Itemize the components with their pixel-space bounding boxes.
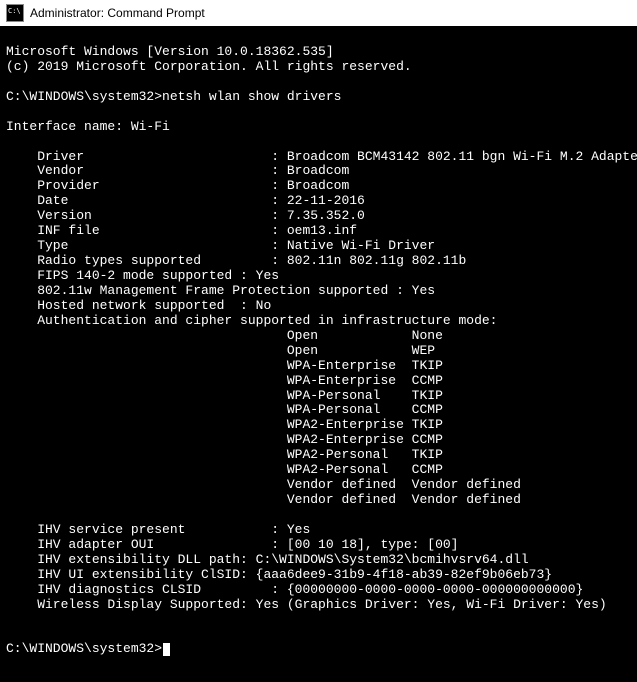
terminal-viewport[interactable]: Microsoft Windows [Version 10.0.18362.53… (0, 26, 637, 682)
auth-cipher-row: WPA-Personal CCMP (6, 402, 443, 417)
field-inf: INF file : oem13.inf (6, 223, 357, 238)
cmd-icon (6, 4, 24, 22)
auth-cipher-row: Open WEP (6, 343, 435, 358)
command-line: C:\WINDOWS\system32>netsh wlan show driv… (6, 89, 341, 104)
field-mgmt: 802.11w Management Frame Protection supp… (6, 283, 435, 298)
titlebar[interactable]: Administrator: Command Prompt (0, 0, 637, 26)
field-ihv-diag: IHV diagnostics CLSID : {00000000-0000-0… (6, 582, 583, 597)
blank-line (6, 627, 14, 642)
blank-line (6, 134, 14, 149)
auth-cipher-row: Vendor defined Vendor defined (6, 477, 521, 492)
auth-cipher-row: WPA2-Personal CCMP (6, 462, 443, 477)
auth-cipher-row: Vendor defined Vendor defined (6, 492, 521, 507)
interface-line: Interface name: Wi-Fi (6, 119, 170, 134)
blank-line (6, 74, 14, 89)
window-title: Administrator: Command Prompt (30, 6, 205, 20)
cursor-icon (163, 643, 170, 656)
field-ihv-dll: IHV extensibility DLL path: C:\WINDOWS\S… (6, 552, 529, 567)
field-vendor: Vendor : Broadcom (6, 163, 349, 178)
auth-cipher-list: Open None Open WEP WPA-Enterprise TKIP W… (6, 329, 631, 508)
auth-cipher-row: WPA-Enterprise CCMP (6, 373, 443, 388)
final-prompt-line[interactable]: C:\WINDOWS\system32> (6, 641, 170, 656)
auth-cipher-row: WPA2-Enterprise CCMP (6, 432, 443, 447)
field-hosted: Hosted network supported : No (6, 298, 271, 313)
blank-line (6, 612, 14, 627)
auth-header: Authentication and cipher supported in i… (6, 313, 497, 328)
field-ihv-svc: IHV service present : Yes (6, 522, 310, 537)
field-provider: Provider : Broadcom (6, 178, 349, 193)
window: Administrator: Command Prompt Microsoft … (0, 0, 637, 682)
auth-cipher-row: WPA2-Enterprise TKIP (6, 417, 443, 432)
field-wdisp: Wireless Display Supported: Yes (Graphic… (6, 597, 607, 612)
auth-cipher-row: WPA-Personal TKIP (6, 388, 443, 403)
prompt: C:\WINDOWS\system32> (6, 641, 162, 656)
banner-line: (c) 2019 Microsoft Corporation. All righ… (6, 59, 412, 74)
blank-line (6, 104, 14, 119)
field-type: Type : Native Wi-Fi Driver (6, 238, 435, 253)
field-fips: FIPS 140-2 mode supported : Yes (6, 268, 279, 283)
field-date: Date : 22-11-2016 (6, 193, 365, 208)
field-ihv-ui: IHV UI extensibility ClSID: {aaa6dee9-31… (6, 567, 552, 582)
prompt: C:\WINDOWS\system32> (6, 89, 162, 104)
field-version: Version : 7.35.352.0 (6, 208, 365, 223)
auth-cipher-row: WPA-Enterprise TKIP (6, 358, 443, 373)
banner-line: Microsoft Windows [Version 10.0.18362.53… (6, 44, 334, 59)
command-text: netsh wlan show drivers (162, 89, 341, 104)
field-ihv-oui: IHV adapter OUI : [00 10 18], type: [00] (6, 537, 458, 552)
field-driver: Driver : Broadcom BCM43142 802.11 bgn Wi… (6, 149, 637, 164)
auth-cipher-row: Open None (6, 328, 443, 343)
field-radio: Radio types supported : 802.11n 802.11g … (6, 253, 466, 268)
auth-cipher-row: WPA2-Personal TKIP (6, 447, 443, 462)
